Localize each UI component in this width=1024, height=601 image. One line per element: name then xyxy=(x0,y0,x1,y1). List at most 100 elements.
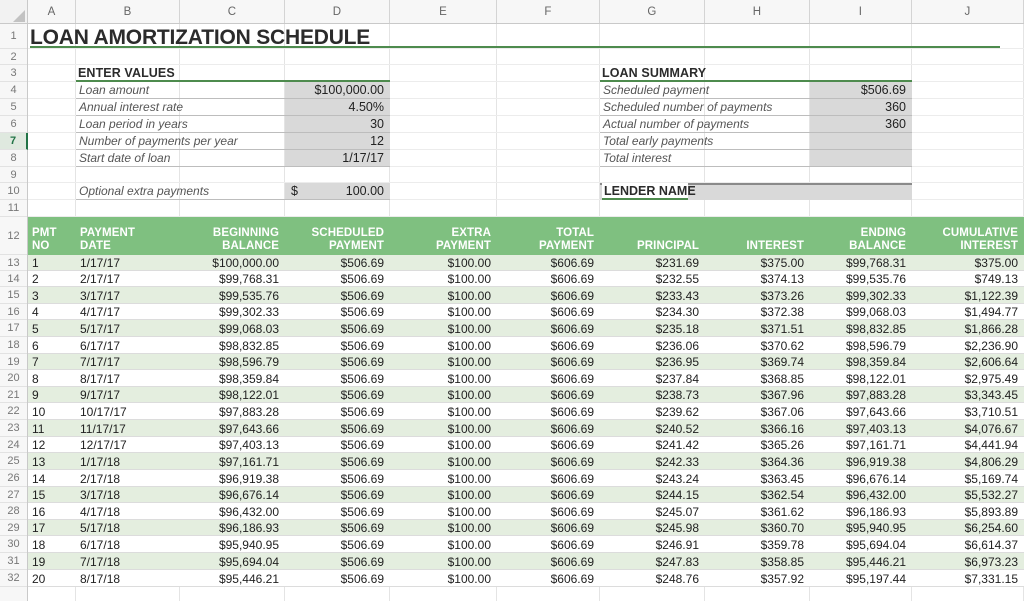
table-cell-r3-c4[interactable]: $100.00 xyxy=(390,304,497,320)
table-cell-r0-c1[interactable]: 1/17/17 xyxy=(76,255,180,271)
table-cell-r18-c4[interactable]: $100.00 xyxy=(390,553,497,570)
table-cell-r12-c2[interactable]: $97,161.71 xyxy=(180,453,285,470)
table-cell-r6-c1[interactable]: 7/17/17 xyxy=(76,354,180,370)
table-cell-r8-c3[interactable]: $506.69 xyxy=(285,387,390,403)
table-cell-r9-c5[interactable]: $606.69 xyxy=(497,403,600,420)
table-cell-r11-c2[interactable]: $97,403.13 xyxy=(180,437,285,453)
table-cell-r1-c5[interactable]: $606.69 xyxy=(497,271,600,287)
row-header-13[interactable]: 13 xyxy=(0,255,27,271)
table-header-1[interactable]: PAYMENT DATE xyxy=(76,217,180,255)
table-cell-r0-c0[interactable]: 1 xyxy=(28,255,76,271)
table-cell-r10-c0[interactable]: 11 xyxy=(28,420,76,437)
table-cell-r0-c8[interactable]: $99,768.31 xyxy=(810,255,912,271)
row-header-12[interactable]: 12 xyxy=(0,217,27,255)
table-cell-r13-c9[interactable]: $5,169.74 xyxy=(912,470,1024,487)
table-cell-r19-c7[interactable]: $357.92 xyxy=(705,570,810,587)
table-cell-r13-c7[interactable]: $363.45 xyxy=(705,470,810,487)
row-header-20[interactable]: 20 xyxy=(0,370,27,387)
row-header-14[interactable]: 14 xyxy=(0,271,27,287)
table-cell-r16-c7[interactable]: $360.70 xyxy=(705,520,810,536)
table-cell-r18-c5[interactable]: $606.69 xyxy=(497,553,600,570)
column-header-g[interactable]: G xyxy=(600,0,705,23)
row-header-21[interactable]: 21 xyxy=(0,387,27,403)
table-cell-r4-c4[interactable]: $100.00 xyxy=(390,320,497,337)
table-cell-r19-c6[interactable]: $248.76 xyxy=(600,570,705,587)
table-cell-r6-c3[interactable]: $506.69 xyxy=(285,354,390,370)
table-cell-r2-c1[interactable]: 3/17/17 xyxy=(76,287,180,304)
select-all-corner[interactable] xyxy=(0,0,28,23)
table-cell-r1-c8[interactable]: $99,535.76 xyxy=(810,271,912,287)
table-cell-r6-c2[interactable]: $98,596.79 xyxy=(180,354,285,370)
table-header-5[interactable]: TOTAL PAYMENT xyxy=(497,217,600,255)
table-cell-r6-c8[interactable]: $98,359.84 xyxy=(810,354,912,370)
sheet-body[interactable]: LOAN AMORTIZATION SCHEDULE ENTER VALUES Lo… xyxy=(28,24,1024,601)
table-cell-r13-c8[interactable]: $96,676.14 xyxy=(810,470,912,487)
table-cell-r1-c6[interactable]: $232.55 xyxy=(600,271,705,287)
table-cell-r8-c0[interactable]: 9 xyxy=(28,387,76,403)
table-cell-r3-c8[interactable]: $99,068.03 xyxy=(810,304,912,320)
table-cell-r19-c8[interactable]: $95,197.44 xyxy=(810,570,912,587)
table-cell-r16-c2[interactable]: $96,186.93 xyxy=(180,520,285,536)
table-cell-r11-c1[interactable]: 12/17/17 xyxy=(76,437,180,453)
table-cell-r17-c6[interactable]: $246.91 xyxy=(600,536,705,553)
table-cell-r6-c9[interactable]: $2,606.64 xyxy=(912,354,1024,370)
row-header-11[interactable]: 11 xyxy=(0,200,27,217)
table-cell-r1-c9[interactable]: $749.13 xyxy=(912,271,1024,287)
table-cell-r13-c0[interactable]: 14 xyxy=(28,470,76,487)
table-cell-r2-c6[interactable]: $233.43 xyxy=(600,287,705,304)
table-cell-r9-c4[interactable]: $100.00 xyxy=(390,403,497,420)
table-cell-r2-c2[interactable]: $99,535.76 xyxy=(180,287,285,304)
table-cell-r12-c0[interactable]: 13 xyxy=(28,453,76,470)
row-header-1[interactable]: 1 xyxy=(0,24,27,49)
row-header-18[interactable]: 18 xyxy=(0,337,27,354)
column-header-h[interactable]: H xyxy=(705,0,810,23)
table-cell-r17-c1[interactable]: 6/17/18 xyxy=(76,536,180,553)
column-header-j[interactable]: J xyxy=(912,0,1024,23)
table-cell-r3-c6[interactable]: $234.30 xyxy=(600,304,705,320)
table-cell-r11-c5[interactable]: $606.69 xyxy=(497,437,600,453)
table-cell-r17-c7[interactable]: $359.78 xyxy=(705,536,810,553)
row-header-5[interactable]: 5 xyxy=(0,99,27,116)
enter-values-input-4[interactable]: 1/17/17 xyxy=(285,150,390,167)
column-header-b[interactable]: B xyxy=(76,0,180,23)
column-header-d[interactable]: D xyxy=(285,0,390,23)
table-cell-r16-c0[interactable]: 17 xyxy=(28,520,76,536)
row-header-16[interactable]: 16 xyxy=(0,304,27,320)
table-cell-r11-c0[interactable]: 12 xyxy=(28,437,76,453)
column-header-e[interactable]: E xyxy=(390,0,497,23)
table-cell-r10-c7[interactable]: $366.16 xyxy=(705,420,810,437)
table-header-3[interactable]: SCHEDULED PAYMENT xyxy=(285,217,390,255)
row-header-31[interactable]: 31 xyxy=(0,553,27,570)
table-cell-r19-c0[interactable]: 20 xyxy=(28,570,76,587)
table-cell-r4-c2[interactable]: $99,068.03 xyxy=(180,320,285,337)
row-header-19[interactable]: 19 xyxy=(0,354,27,370)
table-cell-r1-c7[interactable]: $374.13 xyxy=(705,271,810,287)
table-cell-r15-c7[interactable]: $361.62 xyxy=(705,503,810,520)
row-header-27[interactable]: 27 xyxy=(0,487,27,503)
table-cell-r10-c3[interactable]: $506.69 xyxy=(285,420,390,437)
table-cell-r10-c9[interactable]: $4,076.67 xyxy=(912,420,1024,437)
table-cell-r8-c9[interactable]: $3,343.45 xyxy=(912,387,1024,403)
table-cell-r5-c8[interactable]: $98,596.79 xyxy=(810,337,912,354)
table-cell-r7-c0[interactable]: 8 xyxy=(28,370,76,387)
table-cell-r5-c7[interactable]: $370.62 xyxy=(705,337,810,354)
table-cell-r1-c0[interactable]: 2 xyxy=(28,271,76,287)
table-cell-r3-c5[interactable]: $606.69 xyxy=(497,304,600,320)
table-cell-r4-c6[interactable]: $235.18 xyxy=(600,320,705,337)
table-header-4[interactable]: EXTRA PAYMENT xyxy=(390,217,497,255)
table-cell-r7-c6[interactable]: $237.84 xyxy=(600,370,705,387)
table-cell-r10-c6[interactable]: $240.52 xyxy=(600,420,705,437)
table-cell-r8-c4[interactable]: $100.00 xyxy=(390,387,497,403)
row-header-4[interactable]: 4 xyxy=(0,82,27,99)
table-header-9[interactable]: CUMULATIVE INTEREST xyxy=(912,217,1024,255)
table-cell-r9-c1[interactable]: 10/17/17 xyxy=(76,403,180,420)
table-cell-r6-c0[interactable]: 7 xyxy=(28,354,76,370)
table-cell-r2-c7[interactable]: $373.26 xyxy=(705,287,810,304)
table-cell-r6-c4[interactable]: $100.00 xyxy=(390,354,497,370)
table-cell-r13-c2[interactable]: $96,919.38 xyxy=(180,470,285,487)
table-cell-r2-c4[interactable]: $100.00 xyxy=(390,287,497,304)
table-cell-r13-c6[interactable]: $243.24 xyxy=(600,470,705,487)
table-cell-r12-c9[interactable]: $4,806.29 xyxy=(912,453,1024,470)
table-cell-r14-c4[interactable]: $100.00 xyxy=(390,487,497,503)
table-cell-r13-c3[interactable]: $506.69 xyxy=(285,470,390,487)
